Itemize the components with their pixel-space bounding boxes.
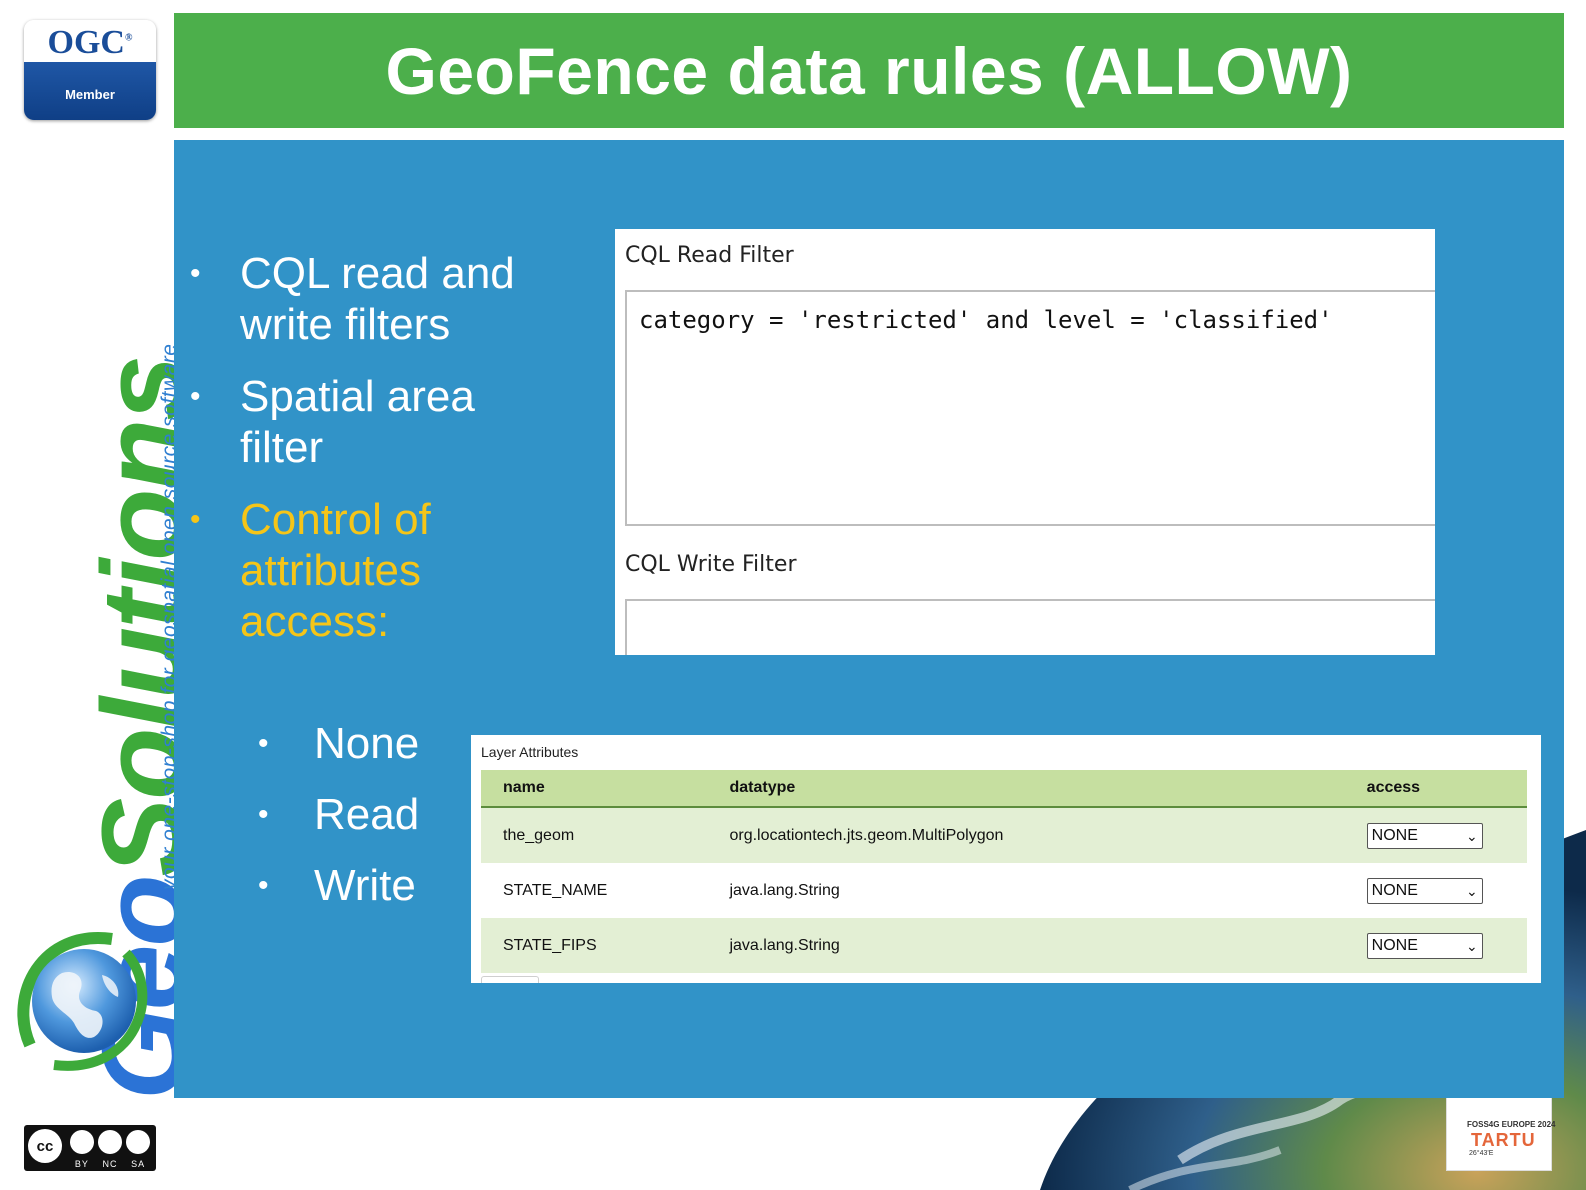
attribute-name: STATE_FIPS [481, 918, 730, 973]
creative-commons-license-badge: cc BY NC SA [24, 1125, 156, 1171]
cql-read-filter-value: category = 'restricted' and level = 'cla… [639, 306, 1333, 334]
access-select-value: NONE [1371, 826, 1418, 844]
column-header-datatype: datatype [729, 770, 1367, 808]
layer-attributes-title: Layer Attributes [481, 744, 579, 760]
sub-bullet-write: Write [254, 860, 419, 911]
cql-write-filter-label: CQL Write Filter [625, 552, 797, 577]
attribute-name: the_geom [481, 807, 730, 863]
cql-write-filter-textarea[interactable] [625, 599, 1435, 655]
cc-icon: cc [28, 1129, 62, 1163]
cc-label-nc: NC [102, 1159, 118, 1169]
bullet-spatial-filter: Spatial area filter [184, 371, 524, 473]
ogc-badge-member: Member [65, 87, 115, 102]
attribute-datatype: java.lang.String [729, 918, 1367, 973]
table-row: STATE_FIPS java.lang.String NONE ⌄ [481, 918, 1527, 973]
bullet-list: CQL read and write filters Spatial area … [184, 248, 524, 668]
table-footer-button[interactable] [481, 976, 539, 983]
attribute-datatype: org.locationtech.jts.geom.MultiPolygon [729, 807, 1367, 863]
table-row: STATE_NAME java.lang.String NONE ⌄ [481, 863, 1527, 918]
cc-label-by: BY [74, 1159, 89, 1169]
bullet-cql-filters: CQL read and write filters [184, 248, 524, 350]
layer-attributes-screenshot: Layer Attributes name datatype access th… [471, 735, 1541, 983]
access-select-value: NONE [1371, 936, 1418, 954]
access-select[interactable]: NONE ⌄ [1366, 877, 1483, 904]
chevron-down-icon: ⌄ [1465, 827, 1478, 844]
event-logo-line2: TARTU [1471, 1130, 1536, 1150]
foss4g-europe-logo: FOSS4G EUROPE 2024 TARTU 26°43'E [1446, 1093, 1556, 1171]
column-header-access: access [1366, 770, 1527, 808]
slide-title-bar: GeoFence data rules (ALLOW) [174, 13, 1564, 128]
column-header-name: name [481, 770, 730, 808]
table-header-row: name datatype access [481, 770, 1527, 808]
access-select-value: NONE [1371, 881, 1418, 899]
attribute-datatype: java.lang.String [729, 863, 1367, 918]
slide-content-panel: CQL read and write filters Spatial area … [174, 140, 1564, 1098]
chevron-down-icon: ⌄ [1465, 937, 1478, 954]
table-row: the_geom org.locationtech.jts.geom.Multi… [481, 807, 1527, 863]
access-select[interactable]: NONE ⌄ [1366, 822, 1483, 849]
cc-sa-icon [126, 1130, 150, 1154]
cc-label-sa: SA [131, 1159, 146, 1169]
cc-by-icon [70, 1130, 94, 1154]
globe-logo-icon [17, 931, 148, 1071]
ogc-badge-text: OGC® [47, 24, 133, 61]
cql-filter-screenshot: CQL Read Filter category = 'restricted' … [615, 229, 1435, 655]
cql-read-filter-label: CQL Read Filter [625, 243, 794, 268]
event-logo-line1: FOSS4G EUROPE 2024 [1467, 1120, 1556, 1129]
access-select[interactable]: NONE ⌄ [1366, 932, 1483, 959]
slide-title: GeoFence data rules (ALLOW) [385, 33, 1353, 108]
cql-read-filter-textarea[interactable]: category = 'restricted' and level = 'cla… [625, 290, 1435, 526]
cc-nc-icon [98, 1130, 122, 1154]
layer-attributes-table: name datatype access the_geom org.locati… [481, 770, 1527, 973]
ogc-member-badge: OGC® Member [24, 20, 156, 120]
sub-bullet-none: None [254, 718, 419, 769]
event-logo-line3: 26°43'E [1469, 1150, 1494, 1157]
attribute-name: STATE_NAME [481, 863, 730, 918]
sub-bullet-list: None Read Write [254, 718, 419, 931]
chevron-down-icon: ⌄ [1465, 882, 1478, 899]
sub-bullet-read: Read [254, 789, 419, 840]
bullet-attribute-access: Control of attributes access: [184, 494, 524, 647]
